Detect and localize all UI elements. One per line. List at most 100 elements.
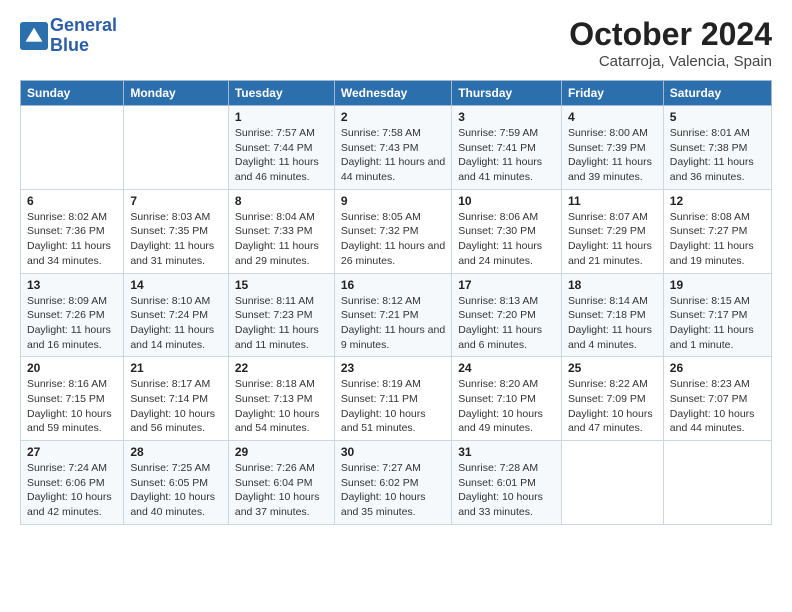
day-cell (124, 106, 229, 190)
day-detail: Sunrise: 8:07 AMSunset: 7:29 PMDaylight:… (568, 210, 657, 269)
page: General Blue October 2024 Catarroja, Val… (0, 0, 792, 541)
col-header-saturday: Saturday (663, 81, 771, 106)
day-number: 9 (341, 194, 445, 208)
title-block: October 2024 Catarroja, Valencia, Spain (569, 16, 772, 70)
logo-text: General Blue (50, 16, 117, 56)
day-cell: 23 Sunrise: 8:19 AMSunset: 7:11 PMDayligh… (334, 357, 451, 441)
day-number: 25 (568, 361, 657, 375)
calendar-table: SundayMondayTuesdayWednesdayThursdayFrid… (20, 80, 772, 525)
day-number: 12 (670, 194, 765, 208)
day-number: 6 (27, 194, 117, 208)
day-number: 14 (130, 278, 222, 292)
day-detail: Sunrise: 8:00 AMSunset: 7:39 PMDaylight:… (568, 126, 657, 185)
day-detail: Sunrise: 7:58 AMSunset: 7:43 PMDaylight:… (341, 126, 445, 185)
day-number: 28 (130, 445, 222, 459)
day-number: 23 (341, 361, 445, 375)
day-detail: Sunrise: 8:17 AMSunset: 7:14 PMDaylight:… (130, 377, 222, 436)
day-cell: 3 Sunrise: 7:59 AMSunset: 7:41 PMDaylight… (452, 106, 562, 190)
day-cell: 31 Sunrise: 7:28 AMSunset: 6:01 PMDayligh… (452, 441, 562, 525)
day-detail: Sunrise: 8:09 AMSunset: 7:26 PMDaylight:… (27, 294, 117, 353)
col-header-friday: Friday (561, 81, 663, 106)
day-cell: 13 Sunrise: 8:09 AMSunset: 7:26 PMDayligh… (21, 273, 124, 357)
day-cell: 26 Sunrise: 8:23 AMSunset: 7:07 PMDayligh… (663, 357, 771, 441)
day-detail: Sunrise: 8:06 AMSunset: 7:30 PMDaylight:… (458, 210, 555, 269)
day-number: 10 (458, 194, 555, 208)
week-row-4: 27Sunrise: 7:24 AMSunset: 6:06 PMDayligh… (21, 441, 772, 525)
day-cell: 9Sunrise: 8:05 AMSunset: 7:32 PMDaylight… (334, 189, 451, 273)
day-detail: Sunrise: 7:27 AMSunset: 6:02 PMDaylight:… (341, 461, 445, 520)
day-cell: 8Sunrise: 8:04 AMSunset: 7:33 PMDaylight… (228, 189, 334, 273)
day-number: 31 (458, 445, 555, 459)
day-number: 30 (341, 445, 445, 459)
day-number: 19 (670, 278, 765, 292)
month-title: October 2024 (569, 16, 772, 53)
day-number: 7 (130, 194, 222, 208)
day-cell: 22 Sunrise: 8:18 AMSunset: 7:13 PMDayligh… (228, 357, 334, 441)
day-cell: 6Sunrise: 8:02 AMSunset: 7:36 PMDaylight… (21, 189, 124, 273)
day-cell: 25 Sunrise: 8:22 AMSunset: 7:09 PMDayligh… (561, 357, 663, 441)
logo: General Blue (20, 16, 117, 56)
day-number: 5 (670, 110, 765, 124)
day-number: 17 (458, 278, 555, 292)
day-number: 21 (130, 361, 222, 375)
week-row-3: 20 Sunrise: 8:16 AMSunset: 7:15 PMDayligh… (21, 357, 772, 441)
location-title: Catarroja, Valencia, Spain (569, 53, 772, 70)
day-number: 16 (341, 278, 445, 292)
day-cell: 10 Sunrise: 8:06 AMSunset: 7:30 PMDayligh… (452, 189, 562, 273)
day-detail: Sunrise: 8:19 AMSunset: 7:11 PMDaylight:… (341, 377, 445, 436)
day-detail: Sunrise: 8:01 AMSunset: 7:38 PMDaylight:… (670, 126, 765, 185)
day-detail: Sunrise: 7:57 AMSunset: 7:44 PMDaylight:… (235, 126, 328, 185)
day-number: 13 (27, 278, 117, 292)
logo-line2: Blue (50, 36, 117, 56)
day-detail: Sunrise: 8:16 AMSunset: 7:15 PMDaylight:… (27, 377, 117, 436)
day-cell (663, 441, 771, 525)
day-detail: Sunrise: 8:23 AMSunset: 7:07 PMDaylight:… (670, 377, 765, 436)
day-detail: Sunrise: 8:15 AMSunset: 7:17 PMDaylight:… (670, 294, 765, 353)
day-number: 20 (27, 361, 117, 375)
day-cell: 24Sunrise: 8:20 AMSunset: 7:10 PMDayligh… (452, 357, 562, 441)
day-number: 22 (235, 361, 328, 375)
day-number: 27 (27, 445, 117, 459)
calendar-header: SundayMondayTuesdayWednesdayThursdayFrid… (21, 81, 772, 106)
day-detail: Sunrise: 8:10 AMSunset: 7:24 PMDaylight:… (130, 294, 222, 353)
col-header-wednesday: Wednesday (334, 81, 451, 106)
day-cell: 11 Sunrise: 8:07 AMSunset: 7:29 PMDayligh… (561, 189, 663, 273)
day-detail: Sunrise: 8:11 AMSunset: 7:23 PMDaylight:… (235, 294, 328, 353)
col-header-tuesday: Tuesday (228, 81, 334, 106)
day-detail: Sunrise: 8:12 AMSunset: 7:21 PMDaylight:… (341, 294, 445, 353)
day-cell: 18Sunrise: 8:14 AMSunset: 7:18 PMDayligh… (561, 273, 663, 357)
day-cell: 16 Sunrise: 8:12 AMSunset: 7:21 PMDayligh… (334, 273, 451, 357)
day-number: 15 (235, 278, 328, 292)
logo-icon (20, 22, 48, 50)
day-detail: Sunrise: 8:18 AMSunset: 7:13 PMDaylight:… (235, 377, 328, 436)
week-row-2: 13 Sunrise: 8:09 AMSunset: 7:26 PMDayligh… (21, 273, 772, 357)
day-cell (561, 441, 663, 525)
day-number: 8 (235, 194, 328, 208)
day-cell: 20 Sunrise: 8:16 AMSunset: 7:15 PMDayligh… (21, 357, 124, 441)
day-cell: 21 Sunrise: 8:17 AMSunset: 7:14 PMDayligh… (124, 357, 229, 441)
day-detail: Sunrise: 7:26 AMSunset: 6:04 PMDaylight:… (235, 461, 328, 520)
day-cell: 7Sunrise: 8:03 AMSunset: 7:35 PMDaylight… (124, 189, 229, 273)
day-cell: 12Sunrise: 8:08 AMSunset: 7:27 PMDayligh… (663, 189, 771, 273)
day-number: 3 (458, 110, 555, 124)
day-cell: 1Sunrise: 7:57 AMSunset: 7:44 PMDaylight… (228, 106, 334, 190)
week-row-1: 6Sunrise: 8:02 AMSunset: 7:36 PMDaylight… (21, 189, 772, 273)
day-cell: 17Sunrise: 8:13 AMSunset: 7:20 PMDayligh… (452, 273, 562, 357)
col-header-sunday: Sunday (21, 81, 124, 106)
day-number: 18 (568, 278, 657, 292)
week-row-0: 1Sunrise: 7:57 AMSunset: 7:44 PMDaylight… (21, 106, 772, 190)
day-number: 26 (670, 361, 765, 375)
day-cell: 15 Sunrise: 8:11 AMSunset: 7:23 PMDayligh… (228, 273, 334, 357)
header-row: SundayMondayTuesdayWednesdayThursdayFrid… (21, 81, 772, 106)
day-number: 11 (568, 194, 657, 208)
day-detail: Sunrise: 8:22 AMSunset: 7:09 PMDaylight:… (568, 377, 657, 436)
day-number: 29 (235, 445, 328, 459)
day-number: 2 (341, 110, 445, 124)
day-cell (21, 106, 124, 190)
day-cell: 5 Sunrise: 8:01 AMSunset: 7:38 PMDaylight… (663, 106, 771, 190)
day-cell: 4 Sunrise: 8:00 AMSunset: 7:39 PMDaylight… (561, 106, 663, 190)
day-detail: Sunrise: 7:59 AMSunset: 7:41 PMDaylight:… (458, 126, 555, 185)
day-cell: 27Sunrise: 7:24 AMSunset: 6:06 PMDayligh… (21, 441, 124, 525)
day-detail: Sunrise: 7:28 AMSunset: 6:01 PMDaylight:… (458, 461, 555, 520)
day-number: 4 (568, 110, 657, 124)
